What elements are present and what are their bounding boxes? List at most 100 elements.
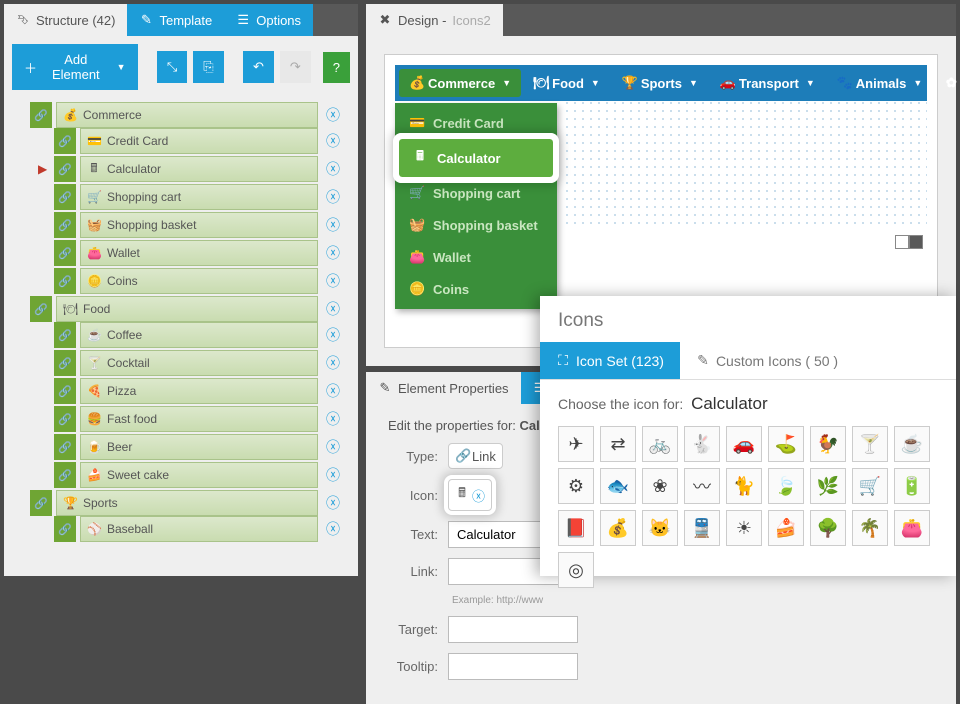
- menu-item-animals[interactable]: 🐾Animals▼: [827, 69, 933, 97]
- tab-template[interactable]: ✎Template: [127, 4, 224, 36]
- remove-icon[interactable]: ⓧ: [326, 325, 340, 345]
- tree-item[interactable]: ▶ 🔗 🖩Calculator ⓧ: [54, 156, 340, 182]
- tree-item[interactable]: 🔗 ⚾Baseball ⓧ: [54, 516, 340, 542]
- icon-option[interactable]: 🐟: [600, 468, 636, 504]
- icon-option[interactable]: ❀: [642, 468, 678, 504]
- tree-item[interactable]: 🔗 🍰Sweet cake ⓧ: [54, 462, 340, 488]
- menu-item-food[interactable]: 🍽Food▼: [523, 69, 610, 97]
- dropdown-item[interactable]: 🛒Shopping cart: [395, 177, 557, 209]
- redo-button[interactable]: ↷: [280, 51, 311, 83]
- remove-icon[interactable]: ⓧ: [326, 215, 340, 235]
- icon-option[interactable]: 〰: [684, 468, 720, 504]
- icon-option[interactable]: 💰: [600, 510, 636, 546]
- tree-item[interactable]: 🔗 🛒Shopping cart ⓧ: [54, 184, 340, 210]
- chevron-down-icon: ▼: [913, 78, 922, 88]
- remove-icon[interactable]: ⓧ: [326, 437, 340, 457]
- remove-icon[interactable]: ⓧ: [326, 519, 340, 539]
- icon-option[interactable]: 🌴: [852, 510, 888, 546]
- icon-option[interactable]: ⚙: [558, 468, 594, 504]
- remove-icon[interactable]: ⓧ: [326, 409, 340, 429]
- menu-item-commerce[interactable]: 💰Commerce▼: [399, 69, 521, 97]
- remove-icon[interactable]: ⓧ: [326, 353, 340, 373]
- dropdown-item[interactable]: 🪙Coins: [395, 273, 557, 305]
- icon-grid: ✈⇄🚲🐇🚗⛳🐓🍸☕ ⚙🐟❀〰🐈🍃🌿🛒🔋 📕💰🐱🚆☀🍰🌳🌴👛 ◎: [558, 426, 938, 588]
- link-icon: 🔗: [30, 296, 52, 322]
- type-selector[interactable]: 🔗Link: [448, 443, 503, 469]
- icon-option[interactable]: ☕: [894, 426, 930, 462]
- icon-option[interactable]: ☀: [726, 510, 762, 546]
- icon-option[interactable]: 🚲: [642, 426, 678, 462]
- tree-item[interactable]: 🔗 🧺Shopping basket ⓧ: [54, 212, 340, 238]
- tree-item[interactable]: 🔗 👛Wallet ⓧ: [54, 240, 340, 266]
- add-element-button[interactable]: ＋Add Element▼: [12, 44, 138, 90]
- undo-button[interactable]: ↶: [243, 51, 274, 83]
- tab-options[interactable]: ☰Options: [224, 4, 313, 36]
- menu-item-sports[interactable]: 🏆Sports▼: [612, 69, 708, 97]
- tree-item[interactable]: 🔗 🍸Cocktail ⓧ: [54, 350, 340, 376]
- icon-option[interactable]: 🔋: [894, 468, 930, 504]
- icon-option[interactable]: 🐓: [810, 426, 846, 462]
- tree-item[interactable]: 🔗 🍔Fast food ⓧ: [54, 406, 340, 432]
- icon-option[interactable]: ⛳: [768, 426, 804, 462]
- icon-option[interactable]: ⇄: [600, 426, 636, 462]
- tab-design[interactable]: ✖Design - Icons2: [366, 4, 503, 36]
- icon-selector[interactable]: 🖩ⓧ: [448, 479, 492, 511]
- tree-item[interactable]: 🔗 ☕Coffee ⓧ: [54, 322, 340, 348]
- icon-option[interactable]: 🌿: [810, 468, 846, 504]
- icon-option[interactable]: 🚆: [684, 510, 720, 546]
- target-input[interactable]: [448, 616, 578, 643]
- dropdown-item[interactable]: 🧺Shopping basket: [395, 209, 557, 241]
- tab-icon-set[interactable]: ⛶Icon Set (123): [540, 342, 680, 379]
- dropdown-item[interactable]: 💳Credit Card: [395, 107, 557, 139]
- dropdown-item[interactable]: 👛Wallet: [395, 241, 557, 273]
- icon-option[interactable]: 👛: [894, 510, 930, 546]
- remove-icon[interactable]: ⓧ: [326, 187, 340, 207]
- link-icon: 🔗: [54, 184, 76, 210]
- tree-item[interactable]: 🔗 🍺Beer ⓧ: [54, 434, 340, 460]
- remove-icon[interactable]: ⓧ: [326, 299, 340, 319]
- tree-item[interactable]: 🔗 🍕Pizza ⓧ: [54, 378, 340, 404]
- remove-icon[interactable]: ⓧ: [326, 243, 340, 263]
- icon-option[interactable]: 🍰: [768, 510, 804, 546]
- tree-category[interactable]: 🔗 🏆Sports ⓧ: [30, 490, 340, 516]
- icon-option[interactable]: 🚗: [726, 426, 762, 462]
- remove-icon[interactable]: ⓧ: [326, 159, 340, 179]
- remove-icon[interactable]: ⓧ: [326, 131, 340, 151]
- remove-icon[interactable]: ⓧ: [326, 381, 340, 401]
- tab-structure[interactable]: ⮷Structure (42): [4, 4, 127, 36]
- icon-option[interactable]: 🌳: [810, 510, 846, 546]
- icon-option[interactable]: ◎: [558, 552, 594, 588]
- tab-custom-icons[interactable]: ✎Custom Icons ( 50 ): [680, 342, 854, 379]
- icon-option[interactable]: ✈: [558, 426, 594, 462]
- icon-option[interactable]: 🍃: [768, 468, 804, 504]
- tree-category[interactable]: 🔗 💰Commerce ⓧ: [30, 102, 340, 128]
- link-icon: 🔗: [54, 434, 76, 460]
- icon-option[interactable]: 🐈: [726, 468, 762, 504]
- tree-item[interactable]: 🔗 💳Credit Card ⓧ: [54, 128, 340, 154]
- collapse-button[interactable]: ⤡: [157, 51, 187, 83]
- chevron-down-icon: ▼: [689, 78, 698, 88]
- dropdown-item[interactable]: 🖩Calculator: [399, 139, 553, 177]
- selected-marker: ▶: [38, 162, 47, 176]
- tooltip-input[interactable]: [448, 653, 578, 680]
- icon-option[interactable]: 🐇: [684, 426, 720, 462]
- link-icon: 🔗: [54, 350, 76, 376]
- remove-icon[interactable]: ⓧ: [326, 493, 340, 513]
- tree-item[interactable]: 🔗 🪙Coins ⓧ: [54, 268, 340, 294]
- remove-icon[interactable]: ⓧ: [326, 271, 340, 291]
- icon-option[interactable]: 📕: [558, 510, 594, 546]
- preview-menu-bar: 💰Commerce▼🍽Food▼🏆Sports▼🚗Transport▼🐾Anim…: [395, 65, 927, 101]
- icon-option[interactable]: 🍸: [852, 426, 888, 462]
- tree-category[interactable]: 🔗 🍽Food ⓧ: [30, 296, 340, 322]
- clear-icon[interactable]: ⓧ: [472, 486, 485, 505]
- link-icon: 🔗: [54, 462, 76, 488]
- icon-option[interactable]: 🐱: [642, 510, 678, 546]
- icon-option[interactable]: 🛒: [852, 468, 888, 504]
- help-button[interactable]: ?: [323, 52, 350, 83]
- remove-icon[interactable]: ⓧ: [326, 105, 340, 125]
- remove-icon[interactable]: ⓧ: [326, 465, 340, 485]
- tab-element-properties[interactable]: ✎Element Properties: [366, 372, 521, 404]
- pencil-icon: ✎: [139, 12, 153, 28]
- menu-item-transport[interactable]: 🚗Transport▼: [710, 69, 825, 97]
- copy-button[interactable]: ⎘: [193, 51, 223, 83]
